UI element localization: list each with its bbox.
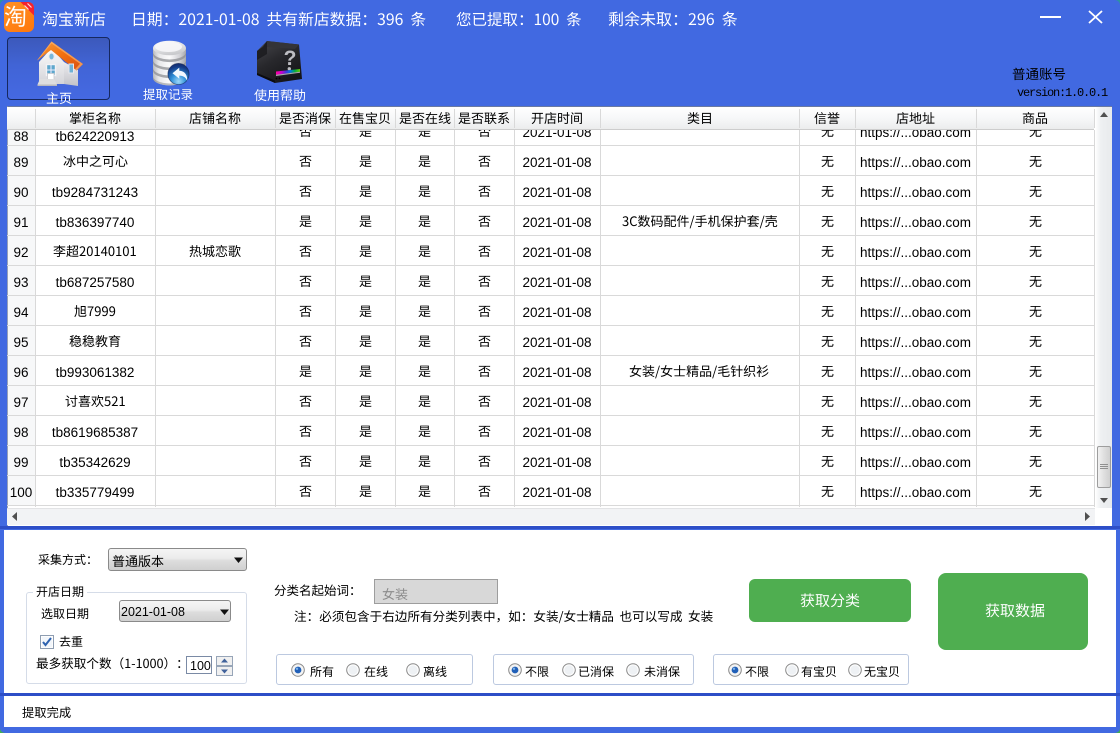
svg-text:?: ? — [284, 47, 297, 70]
